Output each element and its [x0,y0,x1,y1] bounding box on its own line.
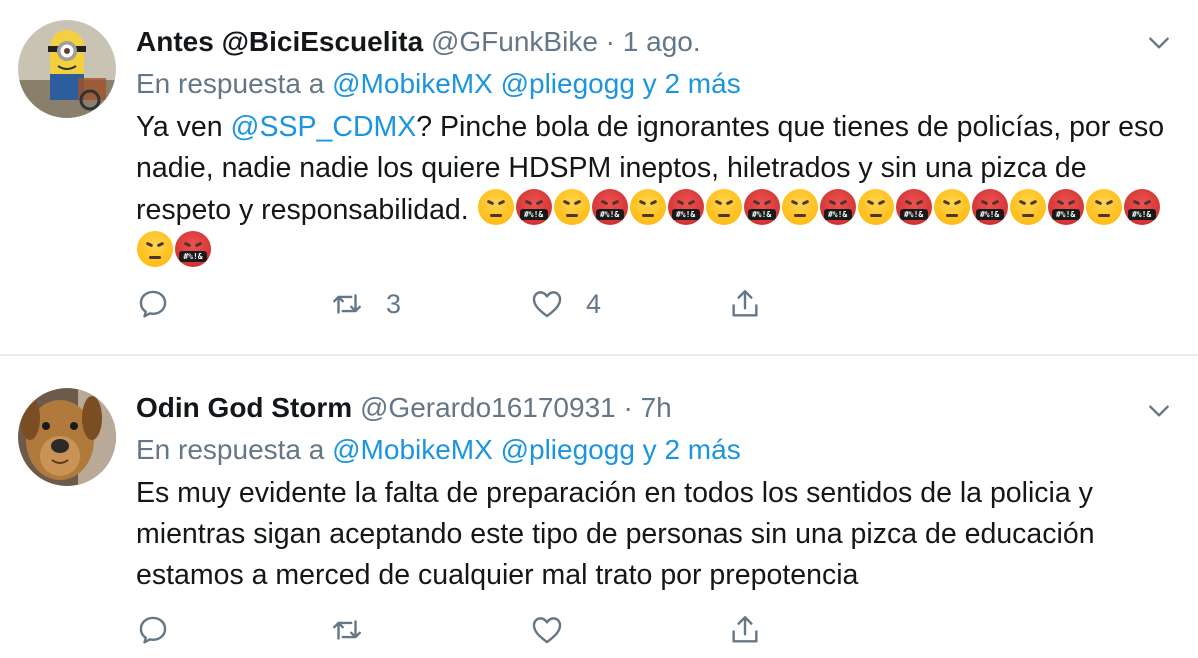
angry-face-emoji [857,189,894,225]
chevron-down-icon[interactable] [1146,30,1172,56]
cursing-face-emoji: #%!& [1047,189,1084,225]
like-button[interactable]: 4 [530,282,601,326]
cursing-face-emoji: #%!& [1123,189,1160,225]
angry-face-emoji [553,189,590,225]
cursing-face-emoji: #%!& [515,189,552,225]
reply-prefix: En respuesta a [136,434,325,465]
angry-face-emoji [781,189,818,225]
reply-mentions-link[interactable]: @MobikeMX @pliegogg y 2 más [332,68,741,99]
angry-face-emoji [477,189,514,225]
angry-face-emoji [933,189,970,225]
reply-button[interactable] [136,608,192,652]
cursing-face-emoji: #%!& [971,189,1008,225]
like-count: 4 [586,288,602,319]
retweet-icon [333,294,361,314]
reply-context: En respuesta a @MobikeMX @pliegogg y 2 m… [136,64,741,104]
cursing-face-emoji: #%!& [591,189,628,225]
cursing-face-emoji: #%!& [743,189,780,225]
separator: · [605,26,615,57]
tweet-text: Es muy evidente la falta de preparación … [136,477,1095,591]
tweet-actions [136,608,836,652]
share-button[interactable] [728,282,762,326]
reply-icon [139,616,167,644]
angry-face-emoji [1085,189,1122,225]
tweet-header: Antes @BiciEscuelita @GFunkBike · 1 ago. [136,22,701,62]
tweet-text-start: Ya ven [136,111,231,143]
timestamp[interactable]: 1 ago. [623,26,701,57]
username[interactable]: @GFunkBike [431,26,598,57]
tweet-actions: 3 4 [136,282,836,326]
dog-avatar[interactable] [18,388,116,486]
reply-mentions-link[interactable]: @MobikeMX @pliegogg y 2 más [332,434,741,465]
retweet-count: 3 [386,288,402,319]
like-button[interactable] [530,608,586,652]
reply-context: En respuesta a @MobikeMX @pliegogg y 2 m… [136,430,741,470]
angry-face-emoji [137,231,173,267]
retweet-button[interactable]: 3 [330,282,401,326]
heart-icon [532,291,562,318]
angry-face-emoji [1009,189,1046,225]
cursing-face-emoji: #%!& [895,189,932,225]
heart-icon [532,617,562,644]
angry-face-emoji [629,189,666,225]
display-name[interactable]: Antes @BiciEscuelita [136,26,423,57]
reply-prefix: En respuesta a [136,68,325,99]
cursing-face-emoji: #%!& [819,189,856,225]
share-icon [732,616,758,643]
reply-button[interactable] [136,282,192,326]
username[interactable]: @Gerardo16170931 [360,392,616,423]
share-icon [732,290,758,317]
tweet-header: Odin God Storm @Gerardo16170931 · 7h [136,388,672,428]
share-button[interactable] [728,608,762,652]
separator: · [623,392,633,423]
tweet[interactable]: Antes @BiciEscuelita @GFunkBike · 1 ago.… [0,0,1198,354]
reply-icon [139,290,167,318]
tweet[interactable]: Odin God Storm @Gerardo16170931 · 7h En … [0,354,1198,658]
timestamp[interactable]: 7h [641,392,672,423]
retweet-icon [333,620,361,640]
chevron-down-icon[interactable] [1146,398,1172,424]
display-name[interactable]: Odin God Storm [136,392,352,423]
retweet-button[interactable] [330,608,386,652]
tweet-text: Ya ven @SSP_CDMX? Pinche bola de ignoran… [136,107,1181,273]
cursing-face-emoji: #%!& [175,231,211,267]
angry-face-emoji [705,189,742,225]
minion-avatar[interactable] [18,20,116,118]
cursing-face-emoji: #%!& [667,189,704,225]
mention-link[interactable]: @SSP_CDMX [231,111,417,143]
